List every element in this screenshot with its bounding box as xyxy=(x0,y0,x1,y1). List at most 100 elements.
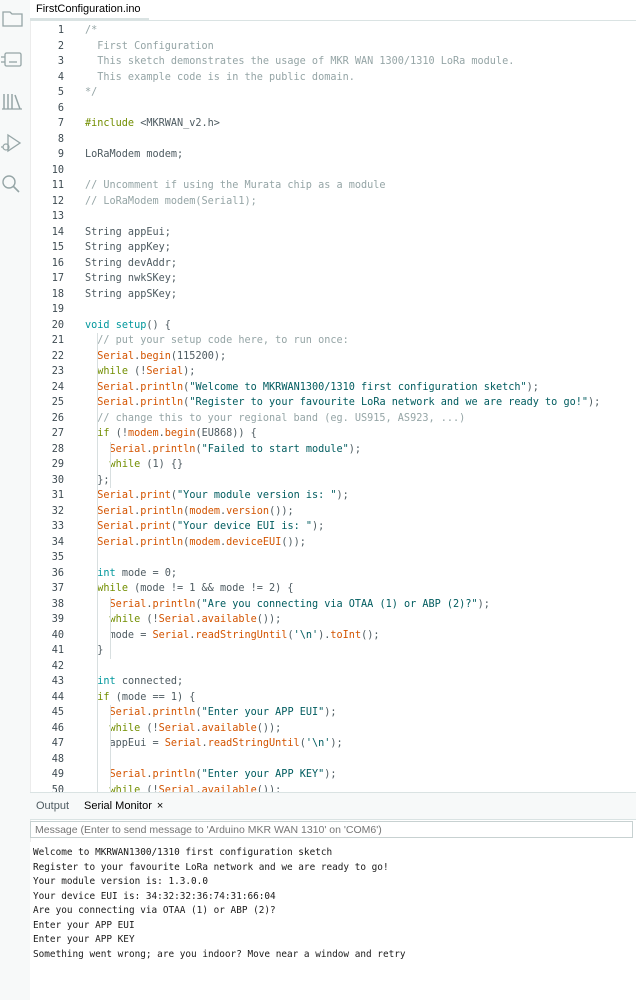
code-token: available xyxy=(201,614,257,625)
code-text: appEui = Serial.readStringUntil('\n'); xyxy=(85,736,343,752)
code-token: (! xyxy=(127,366,147,377)
library-icon[interactable] xyxy=(0,88,30,116)
code-text: Serial.begin(115200); xyxy=(85,349,226,365)
code-text: while (1) {} xyxy=(85,457,184,473)
code-line: 30 }; xyxy=(30,473,636,489)
line-number: 37 xyxy=(51,583,64,594)
tab-firstconfiguration[interactable]: FirstConfiguration.ino xyxy=(30,0,149,20)
code-text: if (mode == 1) { xyxy=(85,690,195,706)
serial-output-line: Your module version is: 1.3.0.0 xyxy=(33,876,208,887)
line-number: 6 xyxy=(57,102,64,114)
line-number: 3 xyxy=(57,56,64,67)
code-token: setup xyxy=(115,319,147,331)
code-text: Serial.println("Enter your APP EUI"); xyxy=(85,705,337,721)
tab-output[interactable]: Output xyxy=(36,793,69,819)
code-token: First Configuration xyxy=(85,40,214,52)
code-token: "Your module version is: " xyxy=(177,490,337,501)
line-number: 48 xyxy=(51,753,64,765)
code-line: 49 Serial.println("Enter your APP KEY"); xyxy=(30,767,636,783)
code-line: 45 Serial.println("Enter your APP EUI"); xyxy=(30,705,636,721)
serial-output-line: Enter your APP EUI xyxy=(33,919,135,931)
code-token: #include xyxy=(85,118,135,129)
close-icon[interactable]: × xyxy=(157,800,163,812)
code-line: 42 xyxy=(30,659,636,675)
debug-icon[interactable] xyxy=(0,129,30,157)
line-number: 5 xyxy=(57,87,64,98)
code-token: "Failed to start module" xyxy=(201,443,349,455)
code-line: 50 while (!Serial.available()); xyxy=(30,783,636,793)
code-token: Serial xyxy=(158,614,196,625)
code-line: 14 String appEui; xyxy=(30,225,636,241)
tab-serial-monitor[interactable]: Serial Monitor × xyxy=(84,793,163,819)
code-token: println xyxy=(140,381,184,393)
code-token: // Uncomment if using the Murata chip as… xyxy=(85,180,386,191)
folder-icon[interactable] xyxy=(0,5,30,33)
line-number: 13 xyxy=(51,211,64,222)
code-line: 26 // change this to your regional band … xyxy=(30,411,636,427)
code-token: ); xyxy=(330,738,343,749)
code-token: Serial xyxy=(97,397,135,408)
code-line: 23 while (!Serial); xyxy=(30,364,636,380)
line-number: 23 xyxy=(51,366,64,377)
code-token: while xyxy=(109,614,141,625)
code-token: "Enter your APP KEY" xyxy=(201,769,325,780)
code-token: toInt xyxy=(330,629,362,641)
code-line: 39 while (!Serial.available()); xyxy=(30,612,636,628)
serial-message-input[interactable] xyxy=(30,821,633,838)
code-line: 44 if (mode == 1) { xyxy=(30,690,636,706)
board-icon[interactable] xyxy=(0,46,30,74)
line-number: 16 xyxy=(51,257,64,269)
code-line: 3 This sketch demonstrates the usage of … xyxy=(30,54,636,70)
code-token: modem xyxy=(189,536,220,548)
code-token: mode = xyxy=(85,629,153,641)
code-token: ); xyxy=(477,598,490,610)
code-token: begin xyxy=(164,428,196,439)
code-line: 36 int mode = 0; xyxy=(30,566,636,582)
code-text: Serial.print("Your device EUI is: "); xyxy=(85,519,324,535)
code-token: Serial xyxy=(97,381,135,393)
code-editor[interactable]: 1/* 2 First Configuration 3 This sketch de… xyxy=(30,22,636,792)
code-line: 25 Serial.println("Register to your favo… xyxy=(30,395,636,411)
code-token: connected; xyxy=(115,676,184,687)
code-text: First Configuration xyxy=(85,39,214,55)
code-text: while (!Serial.available()); xyxy=(85,721,282,737)
code-token: (! xyxy=(140,722,159,734)
line-number: 31 xyxy=(51,490,64,501)
indent-guide xyxy=(110,705,111,792)
editor-tab-bar: FirstConfiguration.ino xyxy=(30,0,636,21)
indent-guide xyxy=(110,596,111,659)
code-text: mode = Serial.readStringUntil('\n').toIn… xyxy=(85,628,380,644)
code-token: modem xyxy=(189,505,220,517)
line-number: 14 xyxy=(51,226,64,238)
code-token: println xyxy=(140,536,184,548)
line-number: 32 xyxy=(51,505,64,517)
code-token: (mode == 1) { xyxy=(109,691,196,703)
serial-output-line: Are you connecting via OTAA (1) or ABP (… xyxy=(33,905,276,916)
line-number: 35 xyxy=(51,552,64,563)
code-token: // LoRaModem modem(Serial1); xyxy=(85,195,257,207)
code-token: Serial xyxy=(109,769,147,780)
code-token: <MKRWAN_v2.h> xyxy=(134,118,220,129)
code-token: while xyxy=(97,366,128,377)
code-text: This example code is in the public domai… xyxy=(85,70,355,86)
code-token: /* xyxy=(85,25,98,36)
code-token: ); xyxy=(348,443,362,455)
code-text: LoRaModem modem; xyxy=(85,147,183,163)
code-text: void setup() { xyxy=(85,318,171,334)
code-token: println xyxy=(152,769,196,780)
code-line: 27 if (!modem.begin(EU868)) { xyxy=(30,426,636,442)
line-number: 7 xyxy=(57,118,64,129)
code-token: ()); xyxy=(256,614,282,625)
code-token: () { xyxy=(146,319,171,331)
code-token: ); xyxy=(526,381,539,393)
search-icon[interactable] xyxy=(0,171,30,199)
line-number: 34 xyxy=(51,536,64,548)
serial-output-line: Enter your APP KEY xyxy=(33,934,135,945)
code-token: Serial xyxy=(146,366,184,377)
